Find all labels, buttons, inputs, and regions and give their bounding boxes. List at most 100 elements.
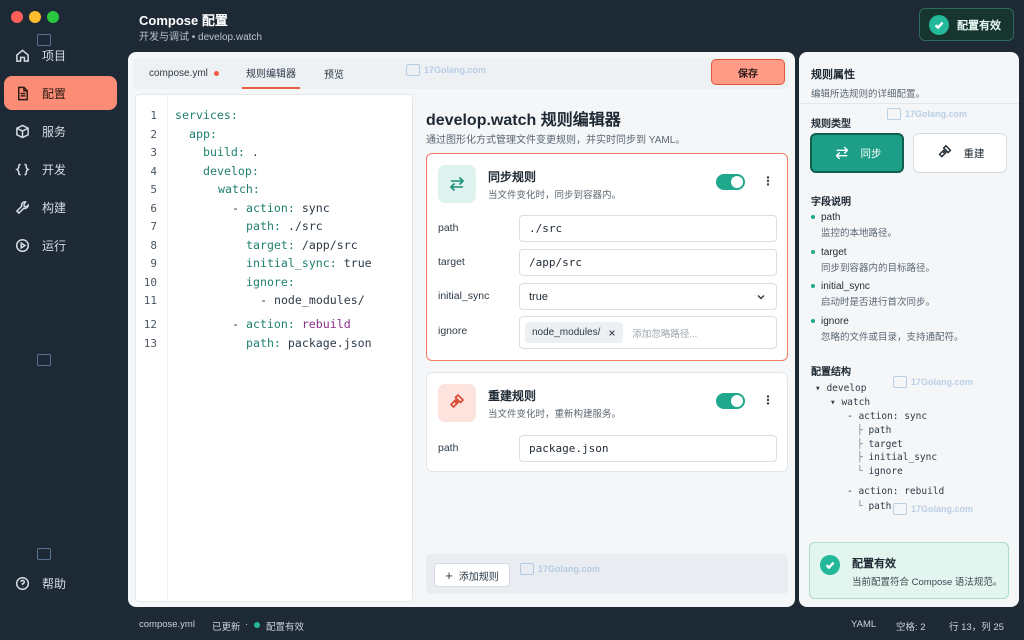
tree-node-rebuild[interactable]: - action: rebuild: [847, 486, 944, 497]
config-valid-label: 配置有效: [957, 19, 1001, 32]
sidebar-item-services[interactable]: 服务: [4, 114, 117, 148]
close-icon[interactable]: [608, 329, 616, 337]
watermark-text: 17Golang.com: [911, 377, 974, 387]
type-rebuild-button[interactable]: 重建: [913, 133, 1007, 173]
sidebar-item-help[interactable]: 帮助: [4, 566, 117, 600]
swap-arrows-icon: [835, 146, 848, 160]
rebuild-rule-more-icon[interactable]: ⋮: [762, 394, 774, 406]
rule-type-heading: 规则类型: [811, 119, 851, 130]
sync-rule-more-icon[interactable]: ⋮: [762, 175, 774, 187]
watermark-logo-icon: [37, 34, 51, 46]
add-rule-label: 添加规则: [458, 571, 499, 583]
code-line: - node_modules/: [260, 293, 365, 307]
add-rule-button[interactable]: + 添加规则: [434, 563, 510, 587]
watermark: 17Golang.com: [887, 108, 967, 120]
code-line: ignore:: [246, 274, 295, 289]
field-label: initial_sync: [438, 290, 490, 302]
structure-heading: 配置结构: [811, 367, 851, 378]
sidebar-item-projects[interactable]: 项目: [4, 38, 117, 72]
line-number: 1: [150, 109, 157, 122]
line-number: 10: [143, 275, 157, 289]
line-number: 8: [150, 238, 157, 252]
watermark-logo-icon: [37, 548, 51, 560]
watermark-logo-icon: [37, 354, 51, 366]
sidebar-item-build[interactable]: 构建: [4, 190, 117, 224]
sidebar-item-develop[interactable]: 开发: [4, 152, 117, 186]
line-number: 2: [150, 127, 157, 141]
type-sync-label: 同步: [860, 147, 882, 160]
line-number: 13: [143, 336, 157, 350]
tab-label: 规则编辑器: [246, 69, 296, 80]
watermark-text: 17Golang.com: [905, 109, 968, 119]
status-bar: compose.yml 已更新 · 配置有效 YAML 空格: 2 行 13，列…: [0, 610, 1024, 640]
add-rule-bar: + 添加规则 17Golang.com: [426, 554, 788, 594]
code-line: target: /app/src: [246, 237, 358, 252]
watermark: 17Golang.com: [893, 376, 973, 388]
unsaved-dot: [213, 71, 219, 76]
field-label: path: [438, 442, 459, 454]
save-button[interactable]: 保存: [711, 59, 785, 85]
field-label: path: [438, 222, 459, 234]
sync-rule-card[interactable]: 同步规则 当文件变化时，同步到容器内。 ⋮ path ./src target …: [426, 153, 788, 361]
code-braces-icon: [15, 163, 30, 175]
watermark-logo-icon: [406, 64, 420, 76]
initial-sync-value: true: [529, 290, 548, 303]
watermark: [37, 548, 51, 560]
status-language[interactable]: YAML: [851, 619, 876, 630]
status-title: 配置有效: [852, 558, 896, 570]
plus-icon: +: [445, 567, 453, 583]
sync-path-input[interactable]: ./src: [519, 215, 777, 242]
tree-node-initial-sync[interactable]: ├ initial_sync: [857, 452, 937, 463]
watermark: 17Golang.com: [520, 563, 600, 575]
status-cursor-position[interactable]: 行 13，列 25: [949, 619, 1004, 633]
watermark-text: 17Golang.com: [538, 564, 601, 574]
status-updated: 已更新: [212, 622, 241, 633]
tree-node-develop[interactable]: ▾ develop: [815, 383, 867, 394]
tab-label: 预览: [324, 70, 344, 81]
ignore-tags-input[interactable]: node_modules/ 添加忽略路径...: [519, 316, 777, 349]
watermark-text: 17Golang.com: [911, 504, 974, 514]
home-icon: [16, 48, 29, 62]
page-title: Compose 配置: [139, 13, 228, 28]
sync-target-input[interactable]: /app/src: [519, 249, 777, 276]
initial-sync-select[interactable]: true: [519, 283, 777, 310]
tree-node-sync[interactable]: - action: sync: [847, 411, 927, 422]
line-number: 12: [143, 318, 157, 331]
rebuild-rule-card[interactable]: 重建规则 当文件变化时，重新构建服务。 ⋮ path package.json: [426, 372, 788, 472]
watermark: [37, 34, 51, 46]
breadcrumb: 开发与调试 • develop.watch: [139, 32, 262, 43]
sidebar-item-run[interactable]: 运行: [4, 228, 117, 262]
rules-editor-title: develop.watch 规则编辑器: [426, 112, 621, 129]
line-number: 11: [143, 294, 157, 307]
sidebar-item-label: 项目: [42, 48, 67, 63]
tab-compose-file[interactable]: compose.yml: [149, 58, 219, 89]
rebuild-rule-toggle[interactable]: [716, 393, 745, 409]
rules-editor-subtitle: 通过图形化方式管理文件变更规则，并实时同步到 YAML。: [426, 135, 686, 146]
tab-preview[interactable]: 预览: [324, 58, 344, 89]
sync-rule-toggle[interactable]: [716, 174, 745, 190]
tree-node-path[interactable]: ├ path: [857, 425, 891, 436]
rebuild-rule-title: 重建规则: [488, 389, 537, 403]
watermark-text: 17Golang.com: [424, 65, 487, 75]
sidebar-item-config[interactable]: 配置: [4, 76, 117, 110]
code-line: develop:: [203, 163, 259, 178]
code-line: path: package.json: [246, 335, 372, 350]
watermark-logo-icon: [887, 108, 901, 120]
tree-node-target[interactable]: ├ target: [857, 439, 903, 450]
sync-rule-desc: 当文件变化时，同步到容器内。: [488, 190, 622, 201]
yaml-editor[interactable]: 1 2 3 4 5 6 7 8 9 10 11 12 13 services: …: [135, 94, 413, 602]
hammer-icon: [449, 393, 465, 409]
code-line: initial_sync: true: [246, 256, 372, 270]
tree-node-ignore[interactable]: └ ignore: [857, 466, 903, 477]
rebuild-path-input[interactable]: package.json: [519, 435, 777, 462]
status-indent[interactable]: 空格: 2: [896, 619, 926, 633]
divider: [799, 103, 1019, 104]
tab-rules-editor[interactable]: 规则编辑器: [242, 58, 300, 89]
watermark-logo-icon: [893, 503, 907, 515]
document-icon: [18, 86, 28, 100]
sidebar-item-label: 帮助: [42, 576, 67, 591]
type-sync-button[interactable]: 同步: [810, 133, 904, 173]
status-desc: 当前配置符合 Compose 语法规范。: [852, 577, 1003, 588]
tree-node-path[interactable]: └ path: [857, 501, 891, 512]
tree-node-watch[interactable]: ▾ watch: [830, 397, 870, 408]
